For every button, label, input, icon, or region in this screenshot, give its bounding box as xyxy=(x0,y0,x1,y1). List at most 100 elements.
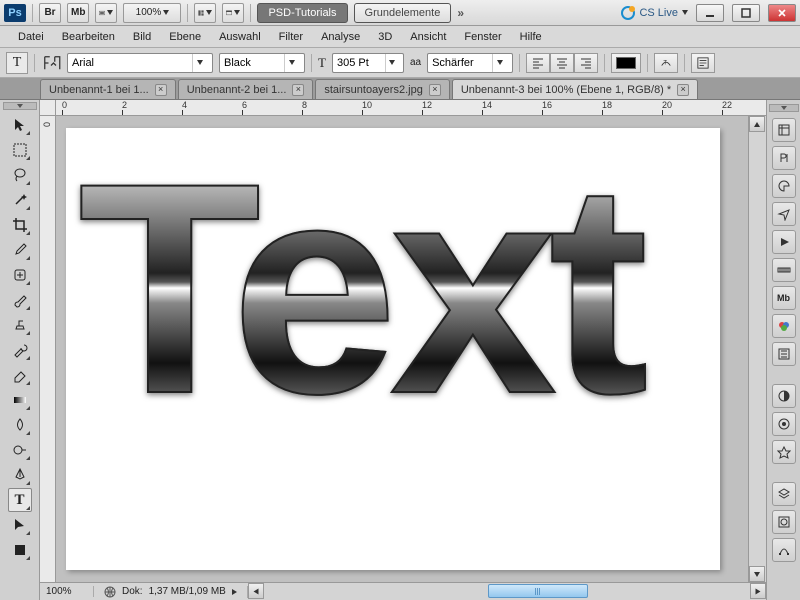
brush-tool[interactable] xyxy=(8,288,32,312)
horizontal-ruler[interactable]: 0 2 4 6 8 10 12 14 16 18 20 22 xyxy=(56,100,766,116)
status-zoom[interactable]: 100% xyxy=(40,586,94,597)
layers-panel-icon[interactable] xyxy=(772,482,796,506)
scroll-down-button[interactable] xyxy=(749,566,765,582)
text-orientation-button[interactable] xyxy=(41,53,61,73)
path-selection-tool[interactable] xyxy=(8,513,32,537)
gradient-tool[interactable] xyxy=(8,388,32,412)
close-button[interactable] xyxy=(768,4,796,22)
cs-live-button[interactable]: CS Live xyxy=(621,6,688,20)
menu-auswahl[interactable]: Auswahl xyxy=(211,28,269,46)
tools-collapse-button[interactable] xyxy=(3,102,37,110)
arrange-documents-button[interactable] xyxy=(194,3,216,23)
brushes-panel-icon[interactable] xyxy=(772,412,796,436)
minibridge-button[interactable]: Mb xyxy=(67,3,89,23)
vertical-ruler[interactable]: 0 xyxy=(40,116,56,582)
color-panel-icon[interactable] xyxy=(772,314,796,338)
font-size-input[interactable] xyxy=(333,57,385,69)
actions-panel-icon[interactable] xyxy=(772,230,796,254)
font-family-input[interactable] xyxy=(68,57,192,69)
antialias-input[interactable] xyxy=(428,57,492,69)
align-center-button[interactable] xyxy=(550,53,574,73)
marquee-tool[interactable] xyxy=(8,138,32,162)
minibridge-panel-icon[interactable]: Mb xyxy=(772,286,796,310)
status-doc-info[interactable]: Dok: 1,37 MB/1,09 MB xyxy=(94,586,248,598)
menu-ebene[interactable]: Ebene xyxy=(161,28,209,46)
menu-datei[interactable]: Datei xyxy=(10,28,52,46)
close-tab-icon[interactable]: × xyxy=(677,84,689,96)
dodge-tool[interactable] xyxy=(8,438,32,462)
history-panel-icon[interactable] xyxy=(772,118,796,142)
workspace-more-icon[interactable]: » xyxy=(457,6,462,20)
antialias-field[interactable] xyxy=(427,53,513,73)
navigator-panel-icon[interactable] xyxy=(772,202,796,226)
panel-collapse-button[interactable] xyxy=(769,104,799,112)
menu-bild[interactable]: Bild xyxy=(125,28,159,46)
scroll-left-button[interactable] xyxy=(248,583,264,599)
vertical-scrollbar[interactable] xyxy=(748,116,766,582)
styles-panel-icon[interactable] xyxy=(772,440,796,464)
eraser-tool[interactable] xyxy=(8,363,32,387)
blur-tool[interactable] xyxy=(8,413,32,437)
canvas[interactable]: Text xyxy=(56,116,748,582)
menu-3d[interactable]: 3D xyxy=(370,28,400,46)
bridge-button[interactable]: Br xyxy=(39,3,61,23)
photoshop-logo-icon[interactable]: Ps xyxy=(4,4,26,22)
minimize-button[interactable] xyxy=(696,4,724,22)
doc-menu-icon[interactable] xyxy=(232,589,237,595)
font-size-field[interactable] xyxy=(332,53,404,73)
font-weight-input[interactable] xyxy=(220,57,284,69)
document-tab[interactable]: Unbenannt-2 bei 1...× xyxy=(178,79,314,99)
document-tab-active[interactable]: Unbenannt-3 bei 100% (Ebene 1, RGB/8) *× xyxy=(452,79,698,99)
measure-panel-icon[interactable] xyxy=(772,258,796,282)
eyedropper-tool[interactable] xyxy=(8,238,32,262)
swatches-panel-icon[interactable] xyxy=(772,174,796,198)
screen-mode-button[interactable] xyxy=(222,3,244,23)
text-color-swatch[interactable] xyxy=(611,53,641,73)
font-weight-field[interactable] xyxy=(219,53,305,73)
dropdown-icon[interactable] xyxy=(492,54,506,72)
close-tab-icon[interactable]: × xyxy=(429,84,441,96)
masks-panel-icon[interactable] xyxy=(772,384,796,408)
type-tool[interactable]: T xyxy=(8,488,32,512)
zoom-level-button[interactable]: 100% xyxy=(123,3,181,23)
healing-brush-tool[interactable] xyxy=(8,263,32,287)
clone-stamp-tool[interactable] xyxy=(8,313,32,337)
lasso-tool[interactable] xyxy=(8,163,32,187)
menu-ansicht[interactable]: Ansicht xyxy=(402,28,454,46)
view-extras-button[interactable] xyxy=(95,3,117,23)
dropdown-icon[interactable] xyxy=(192,54,206,72)
maximize-button[interactable] xyxy=(732,4,760,22)
menu-filter[interactable]: Filter xyxy=(271,28,311,46)
document-tab[interactable]: stairsuntoayers2.jpg× xyxy=(315,79,449,99)
current-tool-icon[interactable]: T xyxy=(6,52,28,74)
dropdown-icon[interactable] xyxy=(284,54,298,72)
font-family-field[interactable] xyxy=(67,53,213,73)
crop-tool[interactable] xyxy=(8,213,32,237)
menu-analyse[interactable]: Analyse xyxy=(313,28,368,46)
scroll-right-button[interactable] xyxy=(750,583,766,599)
horizontal-scrollbar[interactable] xyxy=(248,583,766,600)
menu-fenster[interactable]: Fenster xyxy=(456,28,509,46)
scroll-thumb[interactable] xyxy=(488,584,588,598)
close-tab-icon[interactable]: × xyxy=(292,84,304,96)
magic-wand-tool[interactable] xyxy=(8,188,32,212)
character-panel-button[interactable] xyxy=(691,53,715,73)
adjustments-panel-icon[interactable] xyxy=(772,342,796,366)
close-tab-icon[interactable]: × xyxy=(155,84,167,96)
workspace-psdtutorials-button[interactable]: PSD-Tutorials xyxy=(257,3,347,23)
character-panel-icon[interactable] xyxy=(772,146,796,170)
menu-bearbeiten[interactable]: Bearbeiten xyxy=(54,28,123,46)
ruler-origin[interactable] xyxy=(40,100,56,116)
align-right-button[interactable] xyxy=(574,53,598,73)
pen-tool[interactable] xyxy=(8,463,32,487)
document-tab[interactable]: Unbenannt-1 bei 1...× xyxy=(40,79,176,99)
warp-text-button[interactable]: T xyxy=(654,53,678,73)
workspace-grundelemente-button[interactable]: Grundelemente xyxy=(354,3,452,23)
menu-hilfe[interactable]: Hilfe xyxy=(512,28,550,46)
text-layer[interactable]: Text xyxy=(78,138,720,438)
align-left-button[interactable] xyxy=(526,53,550,73)
scroll-up-button[interactable] xyxy=(749,116,765,132)
shape-tool[interactable] xyxy=(8,538,32,562)
paths-panel-icon[interactable] xyxy=(772,538,796,562)
move-tool[interactable] xyxy=(8,113,32,137)
